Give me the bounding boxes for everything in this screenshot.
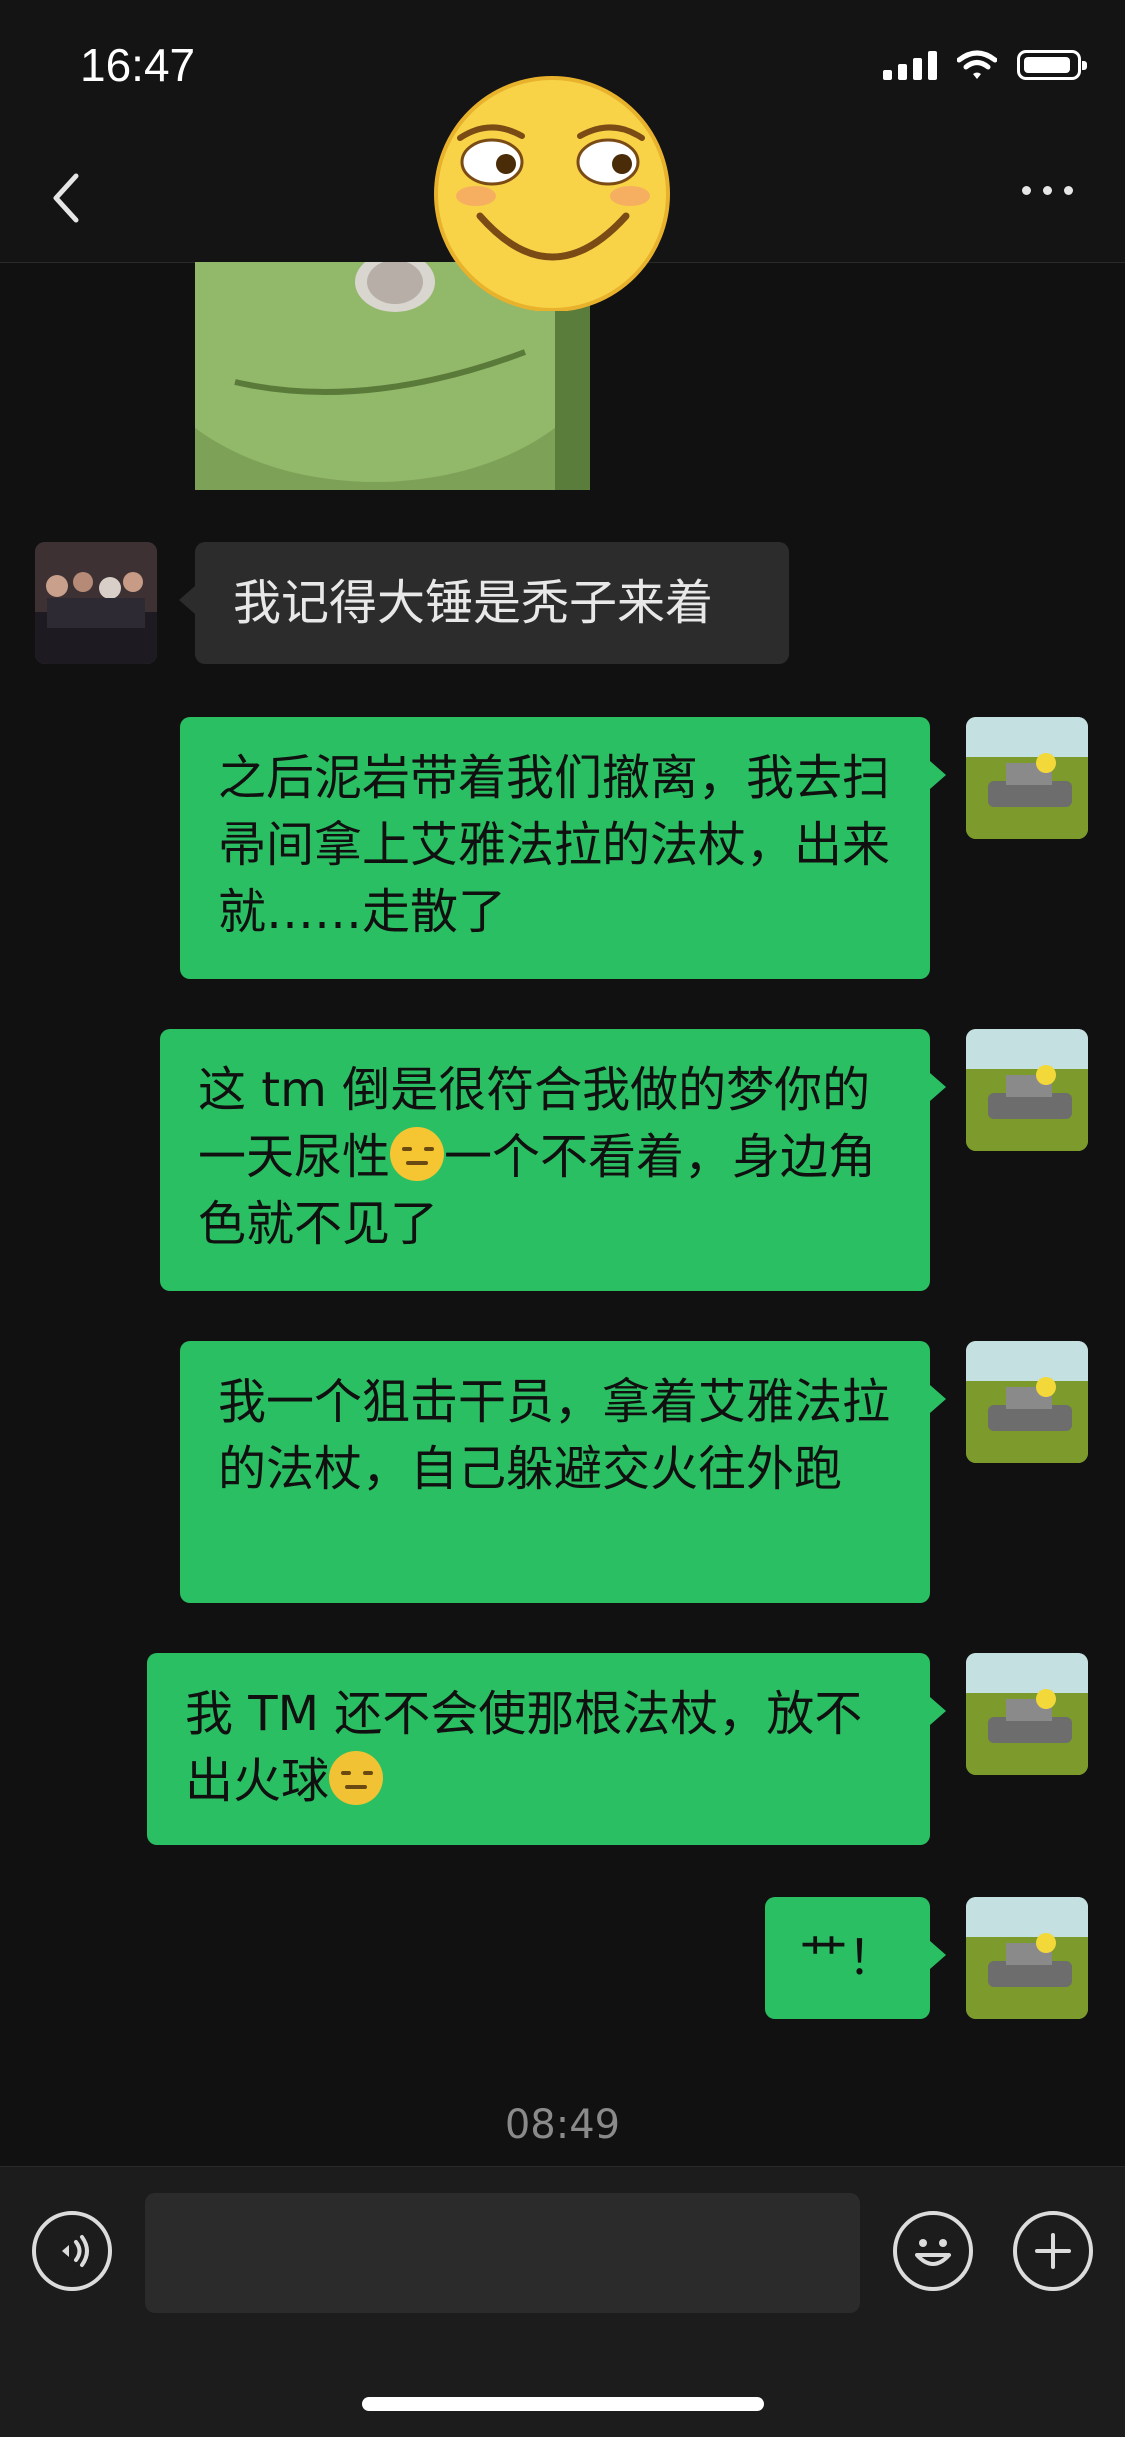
chevron-left-icon[interactable] xyxy=(48,170,84,226)
status-time: 16:47 xyxy=(80,39,196,91)
avatar-self[interactable] xyxy=(966,1341,1088,1463)
message-bubble-incoming[interactable]: 我记得大锤是秃子来着 xyxy=(179,542,789,664)
avatar-self[interactable] xyxy=(966,1653,1088,1775)
message-text: 艹！ xyxy=(799,1930,896,1986)
message-bubble-outgoing[interactable]: 艹！ xyxy=(765,1897,946,2019)
money-mouth-emoji-icon xyxy=(329,1751,384,1805)
voice-icon xyxy=(62,2235,89,2267)
wifi-icon xyxy=(957,50,997,79)
voice-button[interactable] xyxy=(32,2211,112,2291)
message-bubble-outgoing[interactable]: 之后泥岩带着我们撤离，我去扫帚间拿上艾雅法拉的法杖，出来就……走散了 xyxy=(180,717,946,979)
message-text: 之后泥岩带着我们撤离，我去扫帚间拿上艾雅法拉的法杖，出来就……走散了 xyxy=(218,750,891,940)
message-text: 我一个狙击干员，拿着艾雅法拉的法杖，自己躲避交火往外跑 xyxy=(218,1374,891,1497)
avatar-contact[interactable] xyxy=(35,542,157,664)
message-text: 我 TM 还不会使那根法杖，放不出火球 xyxy=(185,1686,863,1809)
sweat-emoji-icon xyxy=(390,1127,445,1181)
message-bubble-outgoing[interactable]: 我 TM 还不会使那根法杖，放不出火球 xyxy=(147,1653,946,1845)
avatar-self[interactable] xyxy=(966,717,1088,839)
message-text: 我记得大锤是秃子来着 xyxy=(233,575,714,631)
add-button[interactable] xyxy=(1013,2211,1093,2291)
message-bubble-outgoing[interactable]: 我一个狙击干员，拿着艾雅法拉的法杖，自己躲避交火往外跑 xyxy=(180,1341,946,1603)
signal-icon xyxy=(883,50,937,80)
emoji-icon xyxy=(915,2239,951,2266)
home-indicator[interactable] xyxy=(362,2397,764,2411)
status-icons xyxy=(883,50,1087,80)
message-input[interactable] xyxy=(145,2193,860,2313)
avatar-self[interactable] xyxy=(966,1029,1088,1151)
avatar-self[interactable] xyxy=(966,1897,1088,2019)
message-bubble-outgoing[interactable]: 这 tm 倒是很符合我做的梦你的一天尿性 一个不看着，身边角色就不见了 xyxy=(160,1029,946,1291)
emoji-button[interactable] xyxy=(893,2211,973,2291)
smirk-emoji-icon xyxy=(434,76,670,311)
message-timestamp: 08:49 xyxy=(504,2102,621,2148)
battery-icon xyxy=(1017,50,1087,80)
plus-icon xyxy=(1035,2233,1071,2269)
message-list: 我记得大锤是秃子来着 之后泥岩带着我们撤离，我去扫帚间拿上艾雅法拉的法杖，出来就… xyxy=(0,262,1125,2166)
more-dots-icon[interactable] xyxy=(1022,186,1073,195)
